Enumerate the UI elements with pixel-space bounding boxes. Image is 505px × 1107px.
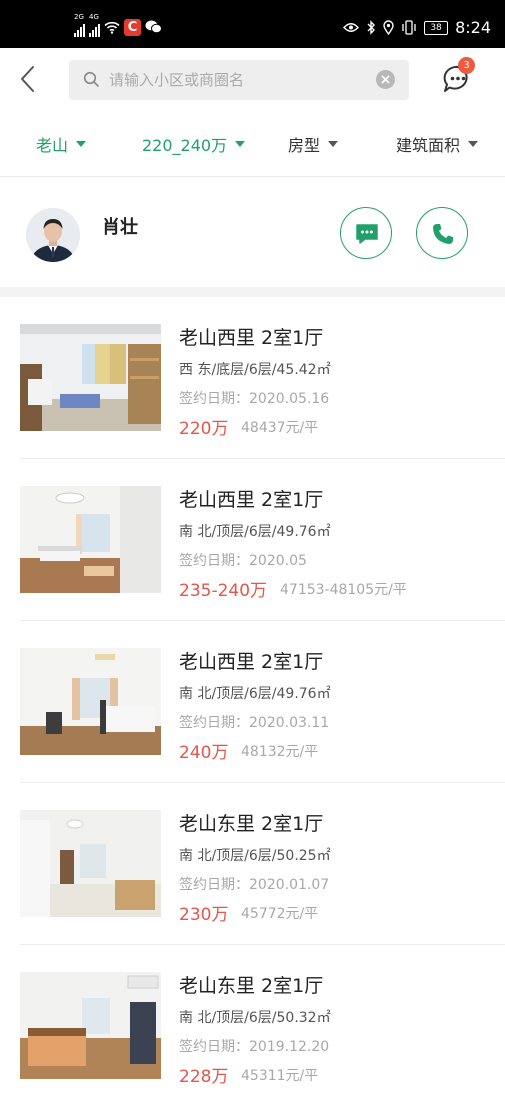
filter-area-label: 建筑面积 bbox=[396, 136, 461, 155]
listing-unit-price: 48437元/平 bbox=[241, 420, 319, 436]
listing-date: 签约日期：2020.05.16 bbox=[179, 391, 330, 407]
chat-button[interactable] bbox=[340, 207, 392, 259]
filter-area[interactable]: 建筑面积 bbox=[396, 132, 479, 156]
agent-name: 肖壮 bbox=[102, 217, 138, 238]
listing-item[interactable]: 老山东里 2室1厅 南 北/顶层/6层/50.25㎡ 签约日期：2020.01.… bbox=[0, 783, 505, 945]
listing-title: 老山西里 2室1厅 bbox=[179, 489, 324, 511]
filter-district[interactable]: 老山 bbox=[36, 132, 87, 156]
eye-icon bbox=[343, 23, 360, 32]
phone-icon bbox=[433, 224, 453, 244]
chat-icon bbox=[356, 224, 378, 244]
clock: 8:24 bbox=[455, 18, 491, 37]
caret-down-icon bbox=[328, 141, 339, 147]
listing-date: 签约日期：2020.01.07 bbox=[179, 877, 330, 893]
caret-down-icon bbox=[235, 141, 246, 147]
signal-icon: 2G bbox=[74, 13, 85, 37]
listing-photo bbox=[20, 324, 161, 431]
avatar[interactable] bbox=[26, 208, 80, 262]
listing-title: 老山西里 2室1厅 bbox=[179, 651, 324, 673]
listing-price: 235-240万 bbox=[179, 581, 268, 601]
status-bar: 2G 4G C 38 8:24 bbox=[0, 0, 505, 48]
clear-icon[interactable] bbox=[376, 70, 395, 89]
status-right: 38 8:24 bbox=[343, 18, 491, 37]
listing-item[interactable]: 老山西里 2室1厅 西 东/底层/6层/45.42㎡ 签约日期：2020.05.… bbox=[0, 297, 505, 459]
listing-detail: 南 北/顶层/6层/50.25㎡ bbox=[179, 848, 331, 864]
search-input[interactable] bbox=[109, 60, 359, 100]
message-count-badge: 3 bbox=[458, 57, 475, 74]
listing-item[interactable]: 老山西里 2室1厅 南 北/顶层/6层/49.76㎡ 签约日期：2020.05 … bbox=[0, 459, 505, 621]
listing-price: 228万 bbox=[179, 1067, 229, 1087]
listing-photo bbox=[20, 486, 161, 593]
search-box[interactable] bbox=[69, 60, 409, 100]
listing-list: 老山西里 2室1厅 西 东/底层/6层/45.42㎡ 签约日期：2020.05.… bbox=[0, 297, 505, 1107]
section-gap bbox=[0, 287, 505, 297]
wechat-icon bbox=[145, 20, 162, 34]
filter-district-label: 老山 bbox=[36, 136, 69, 155]
listing-detail: 西 东/底层/6层/45.42㎡ bbox=[179, 362, 331, 378]
network-type-2: 4G bbox=[89, 13, 99, 21]
search-icon bbox=[83, 71, 99, 87]
caret-down-icon bbox=[468, 141, 479, 147]
listing-detail: 南 北/顶层/6层/49.76㎡ bbox=[179, 686, 331, 702]
location-icon bbox=[383, 20, 394, 35]
filter-bar: 老山 220_240万 房型 建筑面积 bbox=[0, 114, 505, 176]
call-button[interactable] bbox=[416, 207, 468, 259]
listing-price: 240万 bbox=[179, 743, 229, 763]
battery-icon: 38 bbox=[424, 20, 449, 35]
back-icon[interactable] bbox=[14, 64, 44, 94]
vibrate-icon bbox=[402, 20, 416, 35]
listing-item[interactable]: 老山西里 2室1厅 南 北/顶层/6层/49.76㎡ 签约日期：2020.03.… bbox=[0, 621, 505, 783]
listing-photo bbox=[20, 972, 161, 1079]
network-type-1: 2G bbox=[74, 13, 84, 21]
search-header: 3 bbox=[0, 48, 505, 114]
listing-unit-price: 48132元/平 bbox=[241, 744, 319, 760]
listing-title: 老山西里 2室1厅 bbox=[179, 327, 324, 349]
wifi-icon bbox=[104, 21, 120, 34]
listing-title: 老山东里 2室1厅 bbox=[179, 975, 324, 997]
filter-price[interactable]: 220_240万 bbox=[142, 132, 246, 156]
filter-room-type-label: 房型 bbox=[288, 136, 321, 155]
listing-unit-price: 45311元/平 bbox=[241, 1068, 319, 1084]
app-notification-icon: C bbox=[124, 18, 141, 36]
filter-room-type[interactable]: 房型 bbox=[288, 132, 339, 156]
listing-price: 230万 bbox=[179, 905, 229, 925]
filter-price-label: 220_240万 bbox=[142, 136, 228, 155]
caret-down-icon bbox=[76, 141, 87, 147]
listing-price: 220万 bbox=[179, 419, 229, 439]
listing-photo bbox=[20, 648, 161, 755]
status-left: 2G 4G C bbox=[74, 13, 162, 38]
listing-item[interactable]: 老山东里 2室1厅 南 北/顶层/6层/50.32㎡ 签约日期：2019.12.… bbox=[0, 945, 505, 1107]
listing-title: 老山东里 2室1厅 bbox=[179, 813, 324, 835]
signal-icon: 4G bbox=[89, 13, 100, 37]
bluetooth-icon bbox=[367, 20, 376, 35]
listing-date: 签约日期：2020.05 bbox=[179, 553, 307, 569]
listing-unit-price: 47153-48105元/平 bbox=[280, 582, 407, 598]
listing-unit-price: 45772元/平 bbox=[241, 906, 319, 922]
listing-date: 签约日期：2019.12.20 bbox=[179, 1039, 330, 1055]
agent-card: 肖壮 bbox=[0, 177, 505, 287]
listing-date: 签约日期：2020.03.11 bbox=[179, 715, 330, 731]
listing-detail: 南 北/顶层/6层/50.32㎡ bbox=[179, 1010, 331, 1026]
listing-detail: 南 北/顶层/6层/49.76㎡ bbox=[179, 524, 331, 540]
listing-photo bbox=[20, 810, 161, 917]
